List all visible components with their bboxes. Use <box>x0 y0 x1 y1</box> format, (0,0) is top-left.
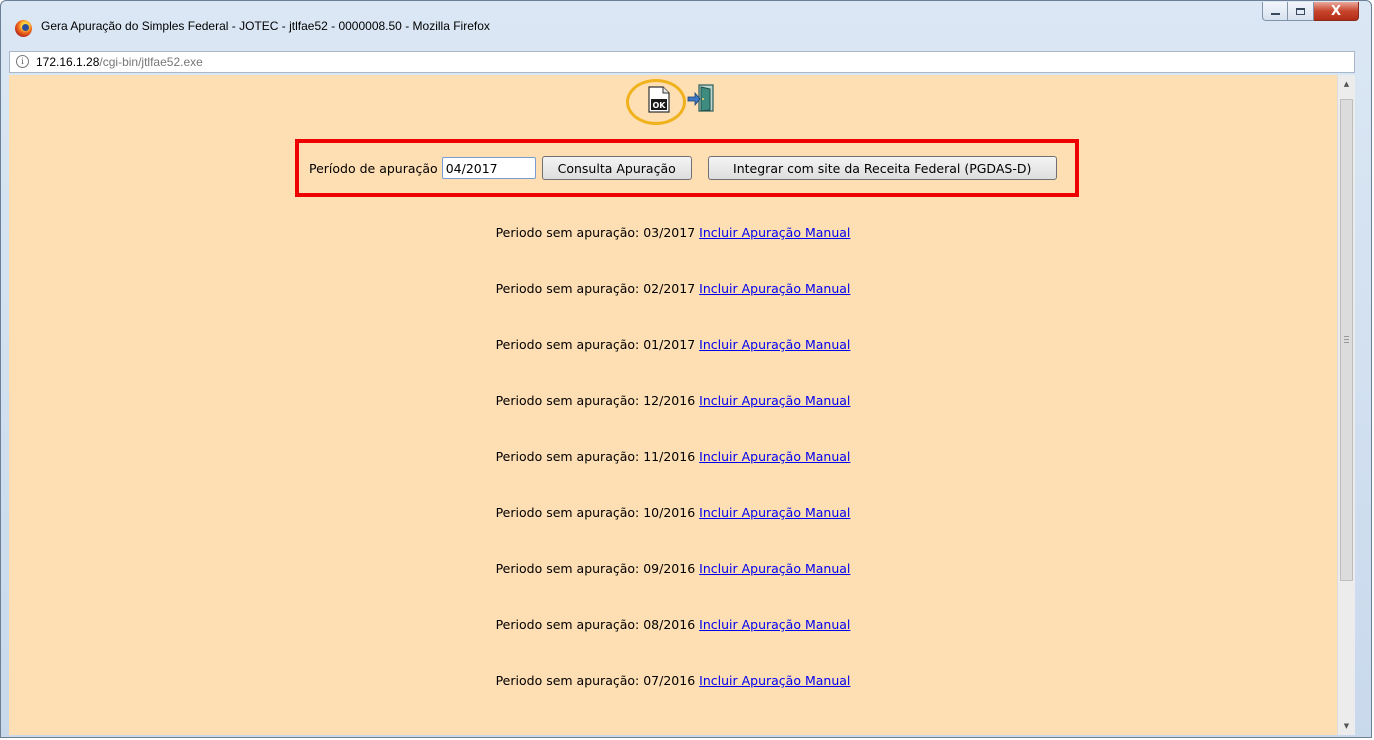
minimize-icon <box>1270 13 1280 15</box>
list-item: Periodo sem apuração: 10/2016 Incluir Ap… <box>9 505 1337 520</box>
close-icon: X <box>1330 3 1342 19</box>
list-item: Periodo sem apuração: 03/2017 Incluir Ap… <box>9 225 1337 240</box>
maximize-icon <box>1296 7 1305 15</box>
period-label: Período de apuração <box>309 160 438 176</box>
incluir-apuracao-link[interactable]: Incluir Apuração Manual <box>699 505 850 520</box>
close-button[interactable]: X <box>1314 2 1359 21</box>
period-text: Periodo sem apuração: 02/2017 <box>495 281 696 296</box>
incluir-apuracao-link[interactable]: Incluir Apuração Manual <box>699 225 850 240</box>
list-item: Periodo sem apuração: 08/2016 Incluir Ap… <box>9 617 1337 632</box>
list-item: Periodo sem apuração: 01/2017 Incluir Ap… <box>9 337 1337 352</box>
period-text: Periodo sem apuração: 10/2016 <box>495 505 696 520</box>
list-item: Periodo sem apuração: 02/2017 Incluir Ap… <box>9 281 1337 296</box>
list-item: Periodo sem apuração: 11/2016 Incluir Ap… <box>9 449 1337 464</box>
list-item: Periodo sem apuração: 07/2016 Incluir Ap… <box>9 673 1337 688</box>
scroll-thumb[interactable] <box>1340 99 1353 581</box>
url-host: 172.16.1.28 <box>36 55 100 69</box>
incluir-apuracao-link[interactable]: Incluir Apuração Manual <box>699 561 850 576</box>
vertical-scrollbar[interactable]: ▲ ▼ <box>1337 75 1355 735</box>
address-bar[interactable]: i 172.16.1.28/cgi-bin/jtlfae52.exe <box>9 51 1355 73</box>
period-text: Periodo sem apuração: 08/2016 <box>495 617 696 632</box>
period-text: Periodo sem apuração: 03/2017 <box>495 225 696 240</box>
incluir-apuracao-link[interactable]: Incluir Apuração Manual <box>699 337 850 352</box>
title-bar[interactable]: Gera Apuração do Simples Federal - JOTEC… <box>1 1 1371 45</box>
ok-icon-label: OK <box>653 101 667 110</box>
minimize-button[interactable] <box>1262 2 1288 21</box>
incluir-apuracao-link[interactable]: Incluir Apuração Manual <box>699 281 850 296</box>
window-controls: X <box>1262 2 1359 24</box>
firefox-logo-icon <box>15 20 32 37</box>
maximize-button[interactable] <box>1288 2 1314 21</box>
list-item: Periodo sem apuração: 09/2016 Incluir Ap… <box>9 561 1337 576</box>
period-text: Periodo sem apuração: 07/2016 <box>495 673 696 688</box>
consulta-apuracao-button[interactable]: Consulta Apuração <box>541 156 692 180</box>
period-text: Periodo sem apuração: 09/2016 <box>495 561 696 576</box>
integrar-receita-button[interactable]: Integrar com site da Receita Federal (PG… <box>707 156 1057 180</box>
window-title: Gera Apuração do Simples Federal - JOTEC… <box>41 19 490 33</box>
incluir-apuracao-link[interactable]: Incluir Apuração Manual <box>699 617 850 632</box>
site-info-icon[interactable]: i <box>16 55 29 68</box>
scroll-up-arrow-icon[interactable]: ▲ <box>1338 75 1355 93</box>
exit-door-icon[interactable] <box>687 83 715 113</box>
list-item: Periodo sem apuração: 12/2016 Incluir Ap… <box>9 393 1337 408</box>
incluir-apuracao-link[interactable]: Incluir Apuração Manual <box>699 673 850 688</box>
browser-window: Gera Apuração do Simples Federal - JOTEC… <box>0 0 1372 738</box>
url-text[interactable]: 172.16.1.28/cgi-bin/jtlfae52.exe <box>36 55 203 69</box>
incluir-apuracao-link[interactable]: Incluir Apuração Manual <box>699 449 850 464</box>
page-content: OK Período de apuração Consulta Apuração… <box>9 75 1337 735</box>
period-input[interactable] <box>441 157 536 179</box>
period-form: Período de apuração Consulta Apuração In… <box>309 156 1057 180</box>
scroll-grip-icon <box>1344 336 1349 343</box>
url-path: /cgi-bin/jtlfae52.exe <box>99 55 203 69</box>
period-text: Periodo sem apuração: 11/2016 <box>495 449 696 464</box>
period-text: Periodo sem apuração: 12/2016 <box>495 393 696 408</box>
period-text: Periodo sem apuração: 01/2017 <box>495 337 696 352</box>
ok-document-icon[interactable]: OK <box>646 86 672 114</box>
scroll-down-arrow-icon[interactable]: ▼ <box>1338 717 1355 735</box>
incluir-apuracao-link[interactable]: Incluir Apuração Manual <box>699 393 850 408</box>
